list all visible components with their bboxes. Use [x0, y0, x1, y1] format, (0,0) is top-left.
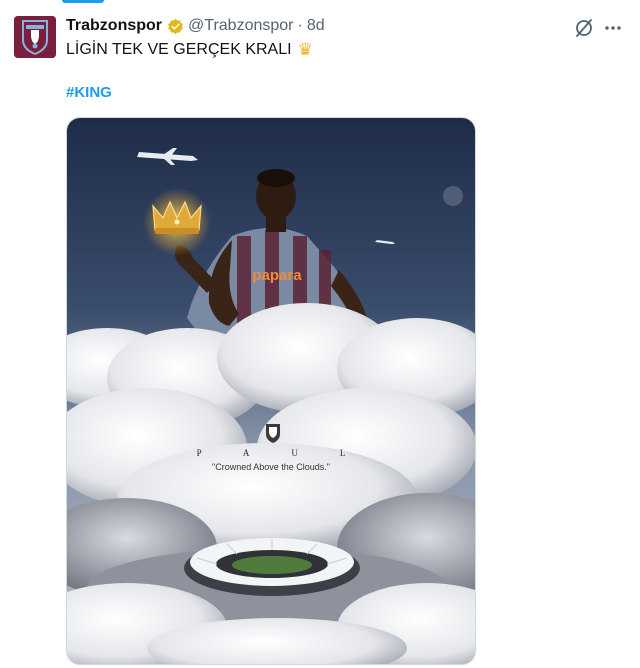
separator-dot: ·	[297, 17, 303, 34]
more-icon[interactable]	[602, 17, 624, 39]
tweet[interactable]: Trabzonspor @Trabzonspor · 8d LİGİN TEK …	[0, 0, 640, 668]
tweet-header: Trabzonspor @Trabzonspor · 8d	[66, 15, 325, 37]
tweet-media-image[interactable]: papara PAUL "Crowned Above the Clouds."	[66, 117, 476, 665]
handle[interactable]: @Trabzonspor	[188, 17, 293, 35]
timestamp[interactable]: 8d	[307, 17, 325, 35]
hashtag-link[interactable]: #KING	[66, 84, 112, 101]
image-caption-quote: "Crowned Above the Clouds."	[212, 462, 330, 472]
verified-badge-icon	[168, 18, 183, 34]
jersey-sponsor-text: papara	[252, 267, 302, 284]
tweet-text-body: LİGİN TEK VE GERÇEK KRALI	[66, 41, 292, 58]
display-name[interactable]: Trabzonspor	[66, 17, 162, 35]
avatar[interactable]	[14, 16, 56, 58]
image-caption-initials: PAUL	[196, 448, 388, 458]
crown-emoji-icon: ♛	[297, 40, 313, 59]
grok-icon[interactable]	[573, 17, 595, 39]
tweet-text: LİGİN TEK VE GERÇEK KRALI ♛	[66, 40, 313, 60]
